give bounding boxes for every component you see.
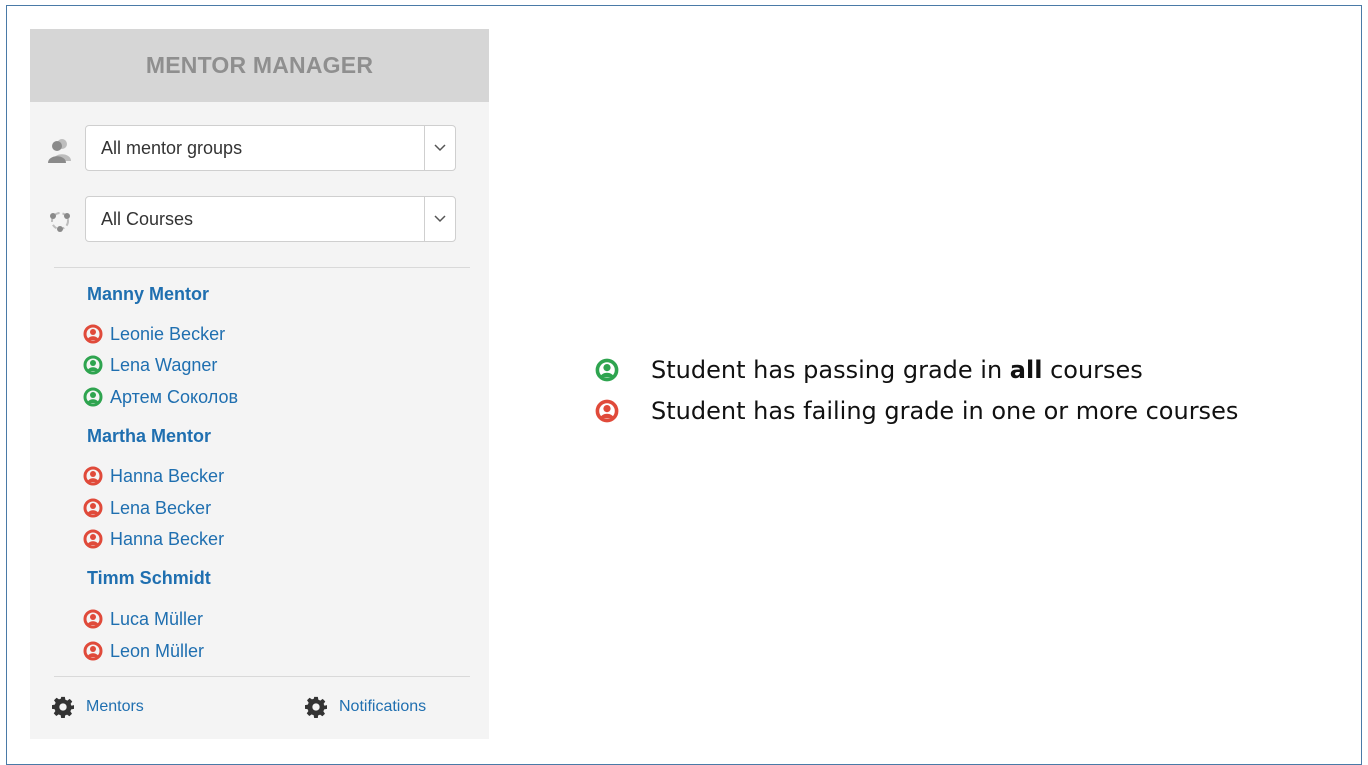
student-name: Lena Wagner <box>110 354 218 375</box>
mentor-group-select-value: All mentor groups <box>101 138 243 158</box>
student-name: Luca Müller <box>110 608 204 629</box>
mentors-link-label: Mentors <box>86 698 144 715</box>
student-name: Leon Müller <box>110 640 205 661</box>
student-name: Hanna Becker <box>110 528 225 549</box>
student-name: Артем Соколов <box>110 386 239 407</box>
legend-passing-text: Student has passing grade in all courses <box>651 356 1143 384</box>
student-item[interactable]: Hanna Becker <box>83 464 224 488</box>
student-passing-icon <box>83 355 103 375</box>
student-name: Leonie Becker <box>110 323 226 344</box>
mentor-name[interactable]: Timm Schmidt <box>87 568 211 589</box>
student-failing-icon <box>83 529 103 549</box>
student-passing-icon <box>595 358 619 382</box>
block-header: MENTOR MANAGER <box>30 29 489 102</box>
divider <box>54 676 470 677</box>
mentor-group-select[interactable]: All mentor groups <box>85 125 456 171</box>
course-select-value: All Courses <box>101 209 194 229</box>
student-failing-icon <box>83 641 103 661</box>
course-select[interactable]: All Courses <box>85 196 456 242</box>
student-item[interactable]: Lena Becker <box>83 496 211 520</box>
student-failing-icon <box>83 466 103 486</box>
mentor-manager-block: MENTOR MANAGER All mentor groups All Cou… <box>30 29 489 739</box>
legend-failing: Student has failing grade in one or more… <box>595 396 1238 426</box>
student-failing-icon <box>595 399 619 423</box>
mentor-name[interactable]: Manny Mentor <box>87 284 209 305</box>
users-icon <box>48 139 71 163</box>
student-failing-icon <box>83 324 103 344</box>
gear-icon <box>305 696 327 718</box>
student-item[interactable]: Leonie Becker <box>83 322 225 346</box>
chevron-down-icon[interactable] <box>424 197 455 241</box>
notifications-link[interactable]: Notifications <box>305 695 426 719</box>
student-failing-icon <box>83 609 103 629</box>
student-item[interactable]: Lena Wagner <box>83 353 217 377</box>
student-failing-icon <box>83 498 103 518</box>
group-filter-row: All mentor groups <box>30 125 489 173</box>
block-title: MENTOR MANAGER <box>145 52 374 78</box>
student-item[interactable]: Hanna Becker <box>83 527 224 551</box>
legend-failing-text: Student has failing grade in one or more… <box>651 397 1239 425</box>
course-filter-row: All Courses <box>30 196 489 244</box>
student-item[interactable]: Leon Müller <box>83 639 204 663</box>
student-item[interactable]: Артем Соколов <box>83 385 238 409</box>
notifications-link-label: Notifications <box>339 698 427 715</box>
courses-icon <box>50 212 70 232</box>
gear-icon <box>52 696 74 718</box>
divider <box>54 267 470 268</box>
chevron-down-icon[interactable] <box>424 126 455 170</box>
student-item[interactable]: Luca Müller <box>83 607 203 631</box>
student-name: Hanna Becker <box>110 465 225 486</box>
mentors-link[interactable]: Mentors <box>52 695 144 719</box>
student-passing-icon <box>83 387 103 407</box>
mentor-name[interactable]: Martha Mentor <box>87 426 211 447</box>
student-name: Lena Becker <box>110 497 212 518</box>
legend-passing: Student has passing grade in all courses <box>595 355 1143 385</box>
